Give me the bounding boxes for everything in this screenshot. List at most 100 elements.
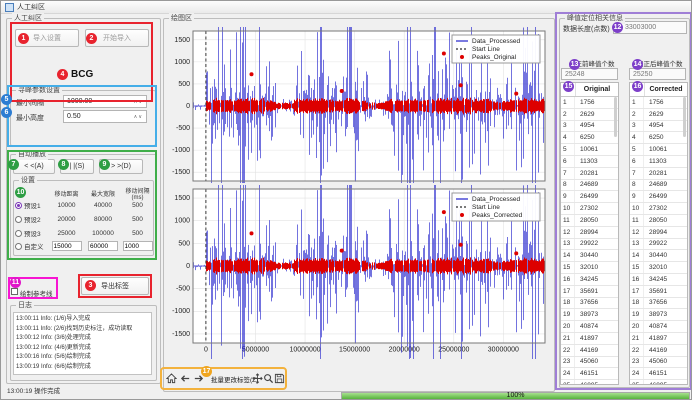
table-row[interactable]: 1027302 — [561, 203, 618, 215]
table-row[interactable]: 1228994 — [630, 227, 687, 239]
table-row[interactable]: 1329922 — [561, 239, 618, 251]
table-row[interactable]: 720281 — [630, 168, 687, 180]
peak-sample-value: 46151 — [644, 370, 667, 377]
min-interval-spinbox[interactable]: 1000.00 ∧∨ — [63, 95, 147, 108]
home-icon[interactable] — [165, 372, 178, 385]
chart-corrected-peaks[interactable] — [167, 185, 549, 359]
table-row[interactable]: 1532010 — [561, 262, 618, 274]
spinner-arrows-icon[interactable]: ∧∨ — [134, 99, 143, 105]
table-row[interactable]: 1532010 — [630, 262, 687, 274]
table-row[interactable]: 1837656 — [561, 298, 618, 310]
table-row[interactable]: 2141897 — [561, 333, 618, 345]
chart-original-peaks[interactable] — [167, 27, 549, 183]
save-icon[interactable] — [273, 372, 286, 385]
table-row[interactable]: 1329922 — [630, 239, 687, 251]
table-row[interactable]: 2546995 — [630, 380, 687, 385]
spinner-arrows-icon[interactable]: ∧∨ — [134, 114, 143, 120]
table-row[interactable]: 2546995 — [561, 380, 618, 385]
table-row[interactable]: 824689 — [561, 180, 618, 192]
log-entry: 13:00:11 Info: (2/6)找到历史标注，成功读取 — [16, 325, 149, 335]
table-row[interactable]: 22629 — [630, 109, 687, 121]
table-row[interactable]: 510061 — [561, 144, 618, 156]
row-index: 8 — [630, 180, 644, 191]
table-row[interactable]: 2244169 — [561, 345, 618, 357]
table-row[interactable]: 926499 — [630, 191, 687, 203]
table-row[interactable]: 1634245 — [630, 274, 687, 286]
table-row[interactable]: 824689 — [630, 180, 687, 192]
original-peaks-table[interactable]: Original 1175622629349544625051006161130… — [560, 82, 619, 385]
table-row[interactable]: 2345060 — [630, 357, 687, 369]
row-index: 22 — [630, 345, 644, 356]
table-row[interactable]: 2446151 — [561, 368, 618, 380]
peak-sample-value: 46151 — [575, 370, 598, 377]
table-row[interactable]: 1430440 — [561, 250, 618, 262]
peak-sample-value: 30440 — [575, 252, 598, 259]
row-index: 6 — [561, 156, 575, 167]
custom-value-input-3[interactable] — [123, 241, 153, 251]
table-row[interactable]: 720281 — [561, 168, 618, 180]
table-row[interactable]: 11756 — [561, 97, 618, 109]
preset-radio-3[interactable] — [15, 230, 22, 237]
table-row[interactable]: 1634245 — [561, 274, 618, 286]
table-row[interactable]: 22629 — [561, 109, 618, 121]
row-index: 24 — [630, 368, 644, 379]
peak-sample-value: 46995 — [644, 382, 667, 385]
peak-sample-value: 2629 — [575, 111, 594, 118]
table-row[interactable]: 2446151 — [630, 368, 687, 380]
reference-line-checkbox[interactable] — [11, 288, 18, 295]
back-arrow-icon[interactable] — [179, 372, 192, 385]
table-row[interactable]: 2244169 — [630, 345, 687, 357]
custom-value-input-1[interactable] — [52, 241, 82, 251]
autoplay-settings-group-label: 设置 — [19, 175, 37, 186]
table-row[interactable]: 1735691 — [561, 286, 618, 298]
table-row[interactable]: 1228994 — [561, 227, 618, 239]
annotation-marker-12: 12 — [612, 22, 623, 33]
signal-type-label: BCG — [71, 69, 93, 80]
table-row[interactable]: 34954 — [630, 121, 687, 133]
row-index: 11 — [630, 215, 644, 226]
table-row[interactable]: 34954 — [561, 121, 618, 133]
table-row[interactable]: 46250 — [630, 132, 687, 144]
table-row[interactable]: 926499 — [561, 191, 618, 203]
corrected-table-scrollbar[interactable] — [683, 97, 686, 137]
row-index: 15 — [630, 262, 644, 273]
table-row[interactable]: 1430440 — [630, 250, 687, 262]
peak-sample-value: 32010 — [644, 264, 667, 271]
table-row[interactable]: 2040874 — [630, 321, 687, 333]
original-table-scrollbar[interactable] — [614, 97, 617, 137]
move-back-button[interactable]: < <(A) — [13, 159, 55, 174]
table-row[interactable]: 1128050 — [561, 215, 618, 227]
table-row[interactable]: 2345060 — [561, 357, 618, 369]
custom-value-input-2[interactable] — [88, 241, 118, 251]
peak-sample-value: 44169 — [575, 347, 598, 354]
annotation-marker-6: 6 — [1, 107, 12, 118]
preset-radio-1[interactable] — [15, 202, 22, 209]
row-index: 5 — [561, 144, 575, 155]
table-row[interactable]: 1837656 — [630, 298, 687, 310]
row-index: 20 — [561, 321, 575, 332]
plot-area-group-label: 绘图区 — [169, 13, 194, 24]
min-height-spinbox[interactable]: 0.50 ∧∨ — [63, 110, 147, 123]
table-row[interactable]: 2141897 — [630, 333, 687, 345]
table-row[interactable]: 611303 — [561, 156, 618, 168]
preset-radio-4[interactable] — [15, 243, 22, 250]
preset-radio-2[interactable] — [15, 216, 22, 223]
table-row[interactable]: 2040874 — [561, 321, 618, 333]
log-list[interactable]: 13:00:11 Info: (1/6)导入完成13:00:11 Info: (… — [13, 312, 152, 375]
reference-line-label: 绘制参考线 — [20, 288, 53, 298]
table-row[interactable]: 1735691 — [630, 286, 687, 298]
table-row[interactable]: 1128050 — [630, 215, 687, 227]
table-row[interactable]: 11756 — [630, 97, 687, 109]
row-index: 8 — [561, 180, 575, 191]
table-row[interactable]: 1938973 — [561, 309, 618, 321]
peak-sample-value: 4954 — [575, 122, 594, 129]
corrected-peaks-table[interactable]: Corrected 117562262934954462505100616113… — [629, 82, 688, 385]
table-row[interactable]: 611303 — [630, 156, 687, 168]
peak-sample-value: 37656 — [575, 299, 598, 306]
table-row[interactable]: 1938973 — [630, 309, 687, 321]
table-row[interactable]: 510061 — [630, 144, 687, 156]
preset-value: 20000 — [49, 216, 84, 223]
peak-sample-value: 6250 — [644, 134, 663, 141]
table-row[interactable]: 46250 — [561, 132, 618, 144]
table-row[interactable]: 1027302 — [630, 203, 687, 215]
